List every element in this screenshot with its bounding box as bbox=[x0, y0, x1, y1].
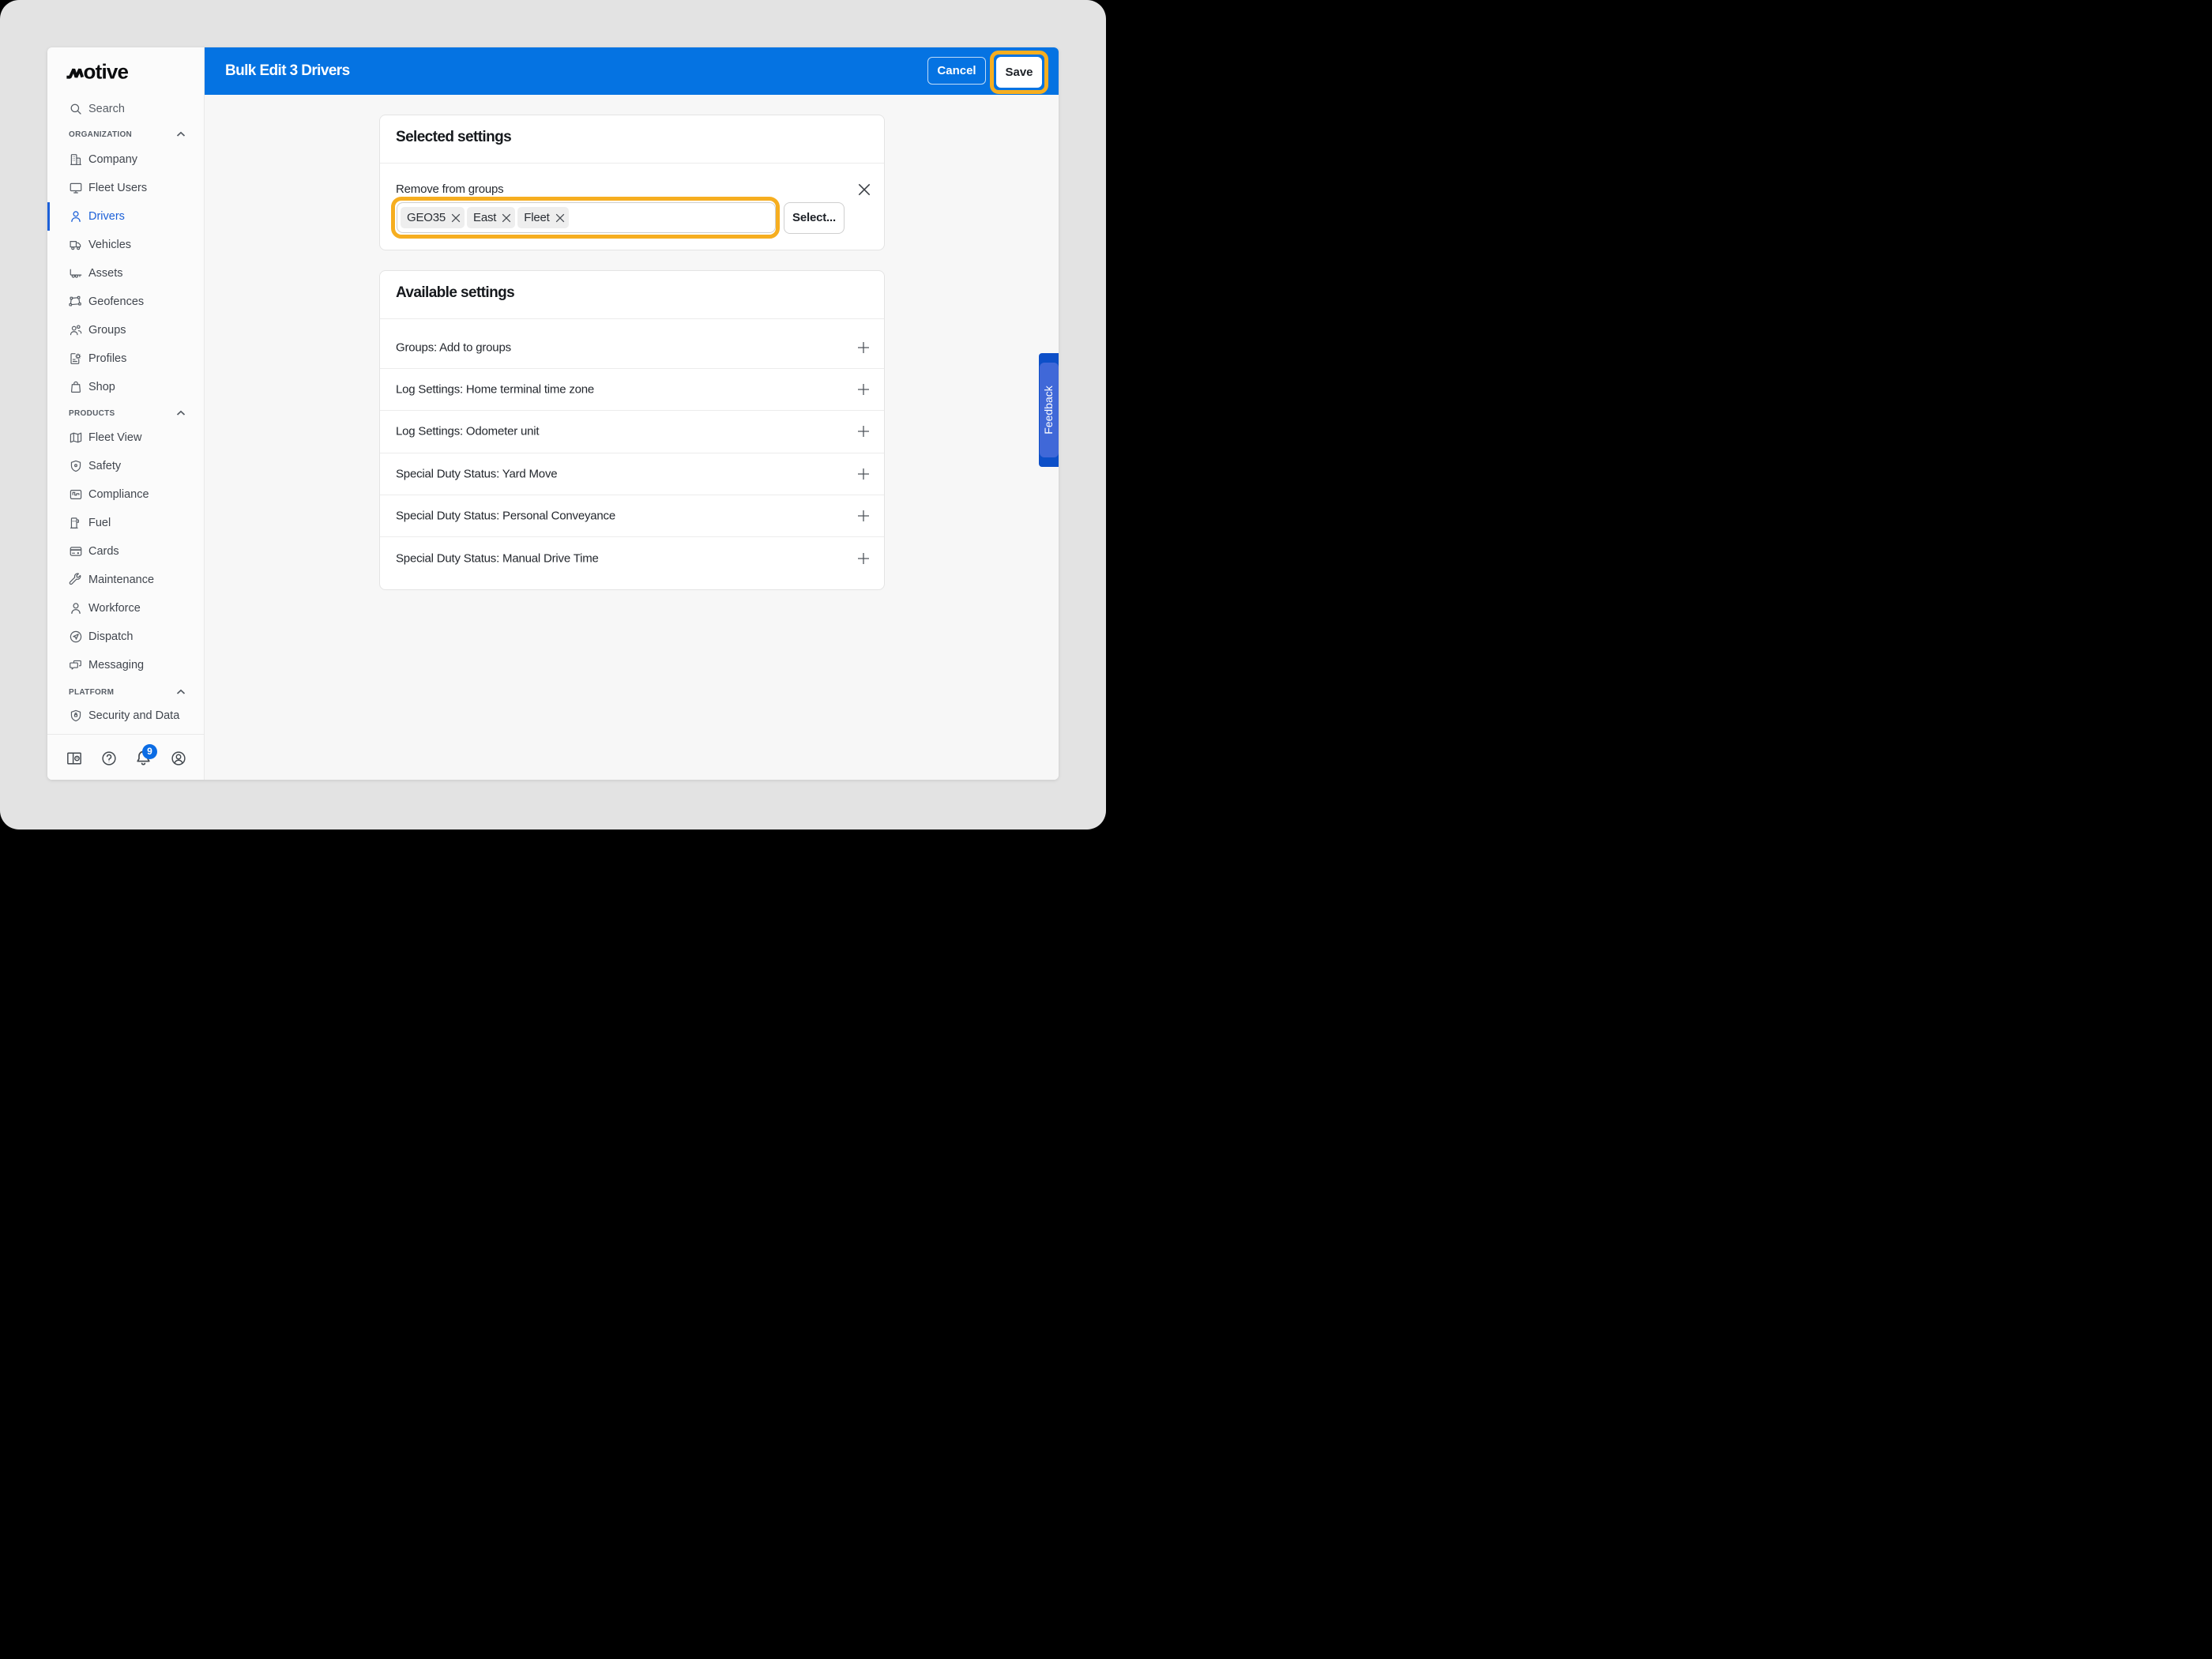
svg-text:otive: otive bbox=[84, 63, 129, 80]
